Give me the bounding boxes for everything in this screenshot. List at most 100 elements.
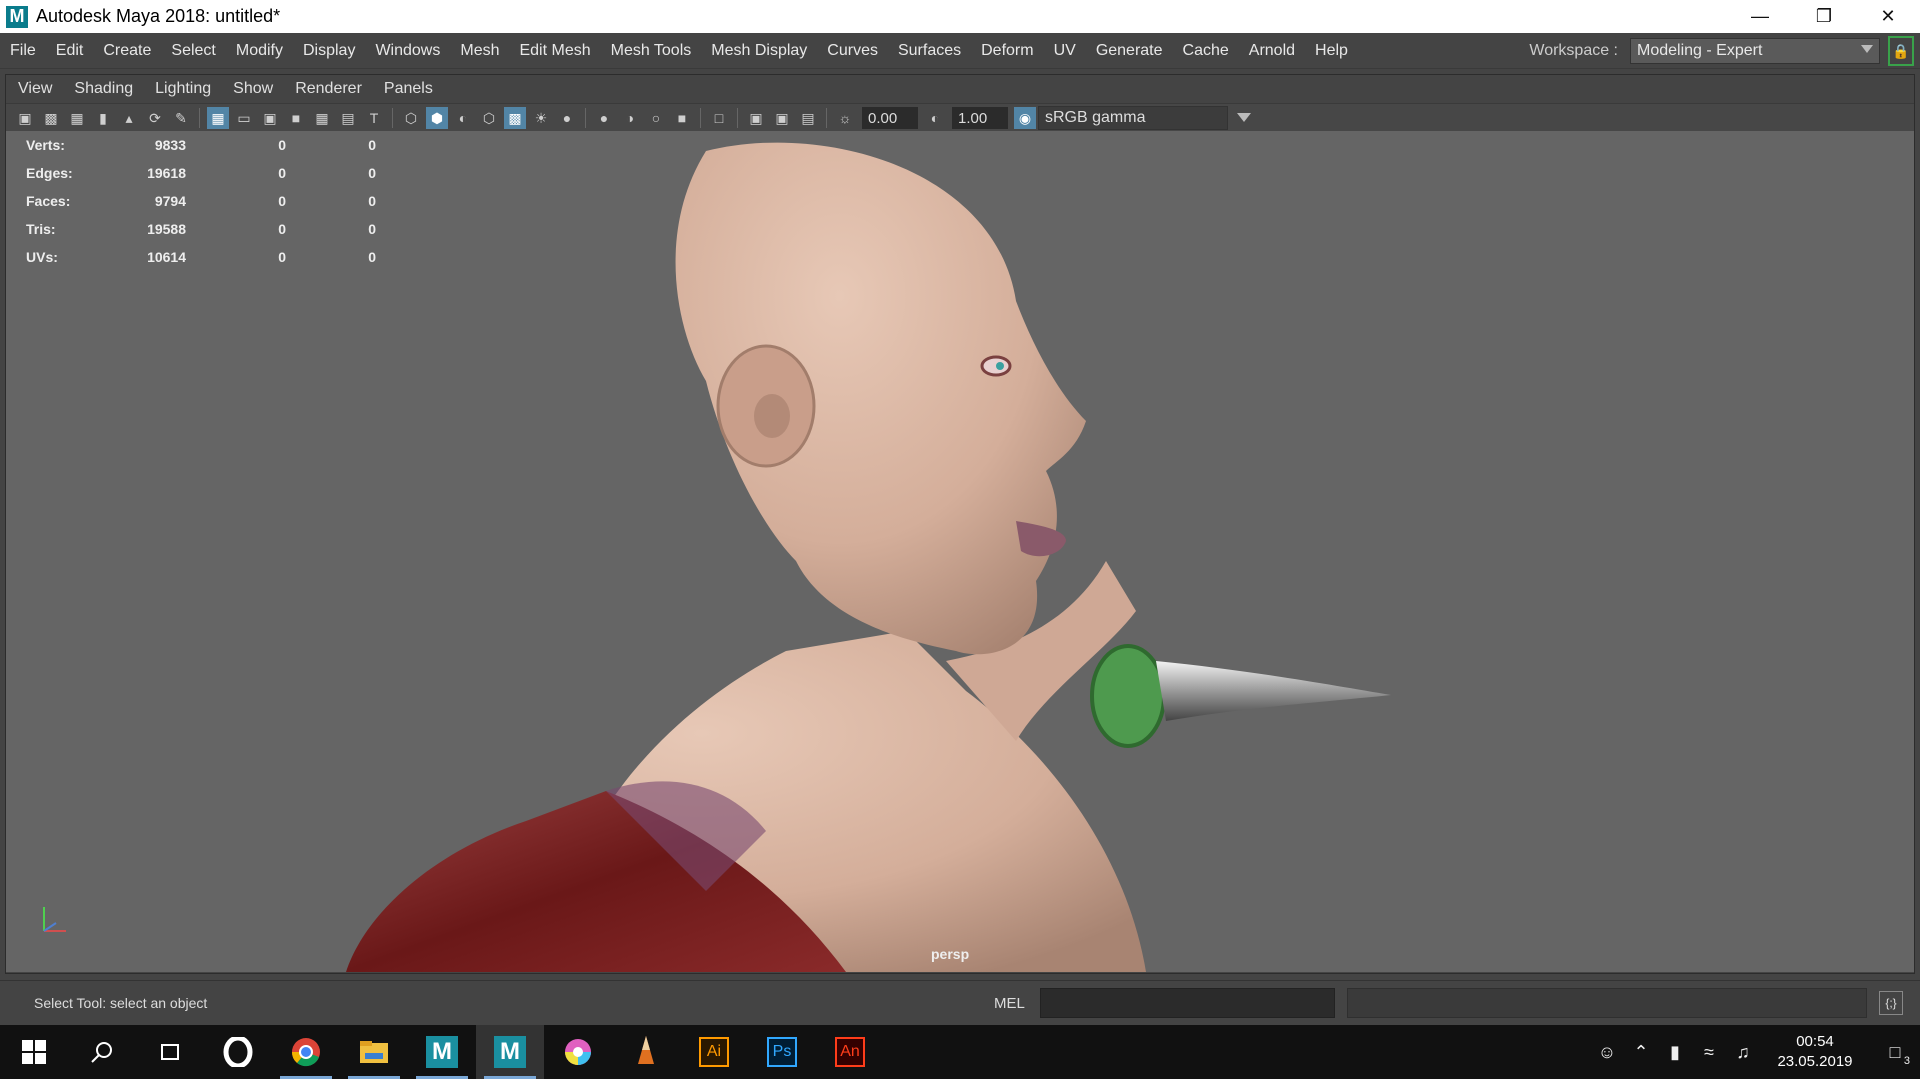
taskbar-app-maya[interactable]: M xyxy=(408,1025,476,1079)
xray-joints-icon[interactable]: ▤ xyxy=(797,107,819,129)
gate-mask-icon[interactable]: ■ xyxy=(285,107,307,129)
start-button[interactable] xyxy=(0,1025,68,1079)
battery-icon[interactable]: ▮ xyxy=(1658,1025,1692,1079)
motion-blur-icon[interactable]: ◑ xyxy=(619,107,641,129)
grease-pencil-icon[interactable]: ✎ xyxy=(170,107,192,129)
command-language-toggle[interactable]: MEL xyxy=(994,995,1040,1012)
taskbar-app-color[interactable] xyxy=(544,1025,612,1079)
depth-of-field-icon[interactable]: ■ xyxy=(671,107,693,129)
xray-icon[interactable]: ▣ xyxy=(745,107,767,129)
workspace-selector: Workspace : Modeling - Expert 🔒 xyxy=(1529,33,1920,69)
people-icon[interactable]: ☺ xyxy=(1590,1025,1624,1079)
menu-surfaces[interactable]: Surfaces xyxy=(888,42,971,60)
lock-icon[interactable]: 🔒 xyxy=(1888,36,1914,66)
color-management-icon[interactable]: ◉ xyxy=(1014,107,1036,129)
menu-display[interactable]: Display xyxy=(293,42,365,60)
taskbar-app-chrome[interactable] xyxy=(272,1025,340,1079)
menu-curves[interactable]: Curves xyxy=(817,42,888,60)
panel-menu-lighting[interactable]: Lighting xyxy=(143,80,221,98)
menu-edit[interactable]: Edit xyxy=(46,42,94,60)
exposure-field[interactable]: 0.00 xyxy=(862,107,918,129)
panel-menu-show[interactable]: Show xyxy=(221,80,283,98)
two-d-pan-zoom-icon[interactable]: ⟳ xyxy=(144,107,166,129)
menu-mesh-display[interactable]: Mesh Display xyxy=(701,42,817,60)
volume-icon[interactable]: ♫ xyxy=(1726,1025,1760,1079)
safe-action-icon[interactable]: ▤ xyxy=(337,107,359,129)
chevron-up-icon[interactable]: ⌃ xyxy=(1624,1025,1658,1079)
resolution-gate-icon[interactable]: ▣ xyxy=(259,107,281,129)
menu-uv[interactable]: UV xyxy=(1044,42,1086,60)
wifi-icon[interactable]: ≈ xyxy=(1692,1025,1726,1079)
panel-menu-shading[interactable]: Shading xyxy=(62,80,143,98)
taskbar-app-illustrator[interactable]: Ai xyxy=(680,1025,748,1079)
isolate-select-icon[interactable]: □ xyxy=(708,107,730,129)
task-view-button[interactable] xyxy=(136,1025,204,1079)
menu-create[interactable]: Create xyxy=(93,42,161,60)
hud-row: UVs: 10614 0 0 xyxy=(26,249,376,265)
chrome-icon xyxy=(291,1038,320,1067)
3d-viewport[interactable]: Verts: 9833 0 0 Edges: 19618 0 0 Faces: … xyxy=(6,131,1914,972)
gamma-field[interactable]: 1.00 xyxy=(952,107,1008,129)
taskbar-app-explorer[interactable] xyxy=(340,1025,408,1079)
grid-icon[interactable]: ▦ xyxy=(207,107,229,129)
menu-arnold[interactable]: Arnold xyxy=(1239,42,1305,60)
menu-mesh[interactable]: Mesh xyxy=(450,42,509,60)
axis-gizmo-icon xyxy=(43,907,66,932)
image-plane-icon[interactable]: ▴ xyxy=(118,107,140,129)
taskbar-clock[interactable]: 00:54 23.05.2019 xyxy=(1760,1032,1870,1072)
taskbar-app-animate[interactable]: An xyxy=(816,1025,884,1079)
search-button[interactable] xyxy=(68,1025,136,1079)
smooth-shade-icon[interactable]: ⬢ xyxy=(426,107,448,129)
menu-file[interactable]: File xyxy=(0,42,46,60)
script-editor-icon[interactable]: {;} xyxy=(1879,991,1903,1015)
camera-bookmark-icon[interactable]: ▦ xyxy=(66,107,88,129)
taskbar-app-maya-active[interactable]: M xyxy=(476,1025,544,1079)
camera-select-icon[interactable]: ▣ xyxy=(14,107,36,129)
command-line-input[interactable] xyxy=(1040,988,1335,1018)
menu-edit-mesh[interactable]: Edit Mesh xyxy=(509,42,600,60)
panel-menu-renderer[interactable]: Renderer xyxy=(283,80,372,98)
window-title: Autodesk Maya 2018: untitled* xyxy=(36,6,281,26)
workspace-dropdown[interactable]: Modeling - Expert xyxy=(1630,38,1880,64)
menu-deform[interactable]: Deform xyxy=(971,42,1043,60)
menu-select[interactable]: Select xyxy=(161,42,225,60)
restore-button[interactable]: ❐ xyxy=(1792,0,1856,33)
panel-menu-panels[interactable]: Panels xyxy=(372,80,443,98)
menu-help[interactable]: Help xyxy=(1305,42,1358,60)
anti-aliasing-icon[interactable]: ○ xyxy=(645,107,667,129)
menu-mesh-tools[interactable]: Mesh Tools xyxy=(601,42,702,60)
menu-windows[interactable]: Windows xyxy=(365,42,450,60)
camera-attributes-icon[interactable]: ▩ xyxy=(40,107,62,129)
default-material-icon[interactable]: ◐ xyxy=(452,107,474,129)
panel-menu-view[interactable]: View xyxy=(6,80,62,98)
notifications-icon[interactable]: □ 3 xyxy=(1870,1025,1920,1079)
blade-shape xyxy=(1156,661,1391,721)
ambient-occlusion-icon[interactable]: ● xyxy=(593,107,615,129)
film-gate-icon[interactable]: ▭ xyxy=(233,107,255,129)
gamma-icon[interactable]: ◐ xyxy=(924,107,946,129)
hud-row: Faces: 9794 0 0 xyxy=(26,193,376,209)
use-all-lights-icon[interactable]: ☀ xyxy=(530,107,552,129)
exposure-icon[interactable]: ☼ xyxy=(834,107,856,129)
menu-cache[interactable]: Cache xyxy=(1173,42,1239,60)
bookmark-icon[interactable]: ▮ xyxy=(92,107,114,129)
minimize-button[interactable]: — xyxy=(1728,0,1792,33)
taskbar-app-pencil[interactable] xyxy=(612,1025,680,1079)
menu-modify[interactable]: Modify xyxy=(226,42,293,60)
shadows-icon[interactable]: ● xyxy=(556,107,578,129)
close-button[interactable]: ✕ xyxy=(1856,0,1920,33)
view-transform-dropdown[interactable]: sRGB gamma xyxy=(1038,106,1251,130)
field-chart-icon[interactable]: ▦ xyxy=(311,107,333,129)
title-bar: M Autodesk Maya 2018: untitled* — ❐ ✕ xyxy=(0,0,1920,33)
hud-row: Verts: 9833 0 0 xyxy=(26,137,376,153)
taskbar-app-opera[interactable] xyxy=(204,1025,272,1079)
hud-row: Tris: 19588 0 0 xyxy=(26,221,376,237)
menu-generate[interactable]: Generate xyxy=(1086,42,1173,60)
taskbar-app-photoshop[interactable]: Ps xyxy=(748,1025,816,1079)
safe-title-icon[interactable]: T xyxy=(363,107,385,129)
wireframe-on-shaded-icon[interactable]: ⬡ xyxy=(478,107,500,129)
wireframe-icon[interactable]: ⬡ xyxy=(400,107,422,129)
textured-icon[interactable]: ▩ xyxy=(504,107,526,129)
maya-icon: M xyxy=(426,1036,458,1068)
xray-active-icon[interactable]: ▣ xyxy=(771,107,793,129)
